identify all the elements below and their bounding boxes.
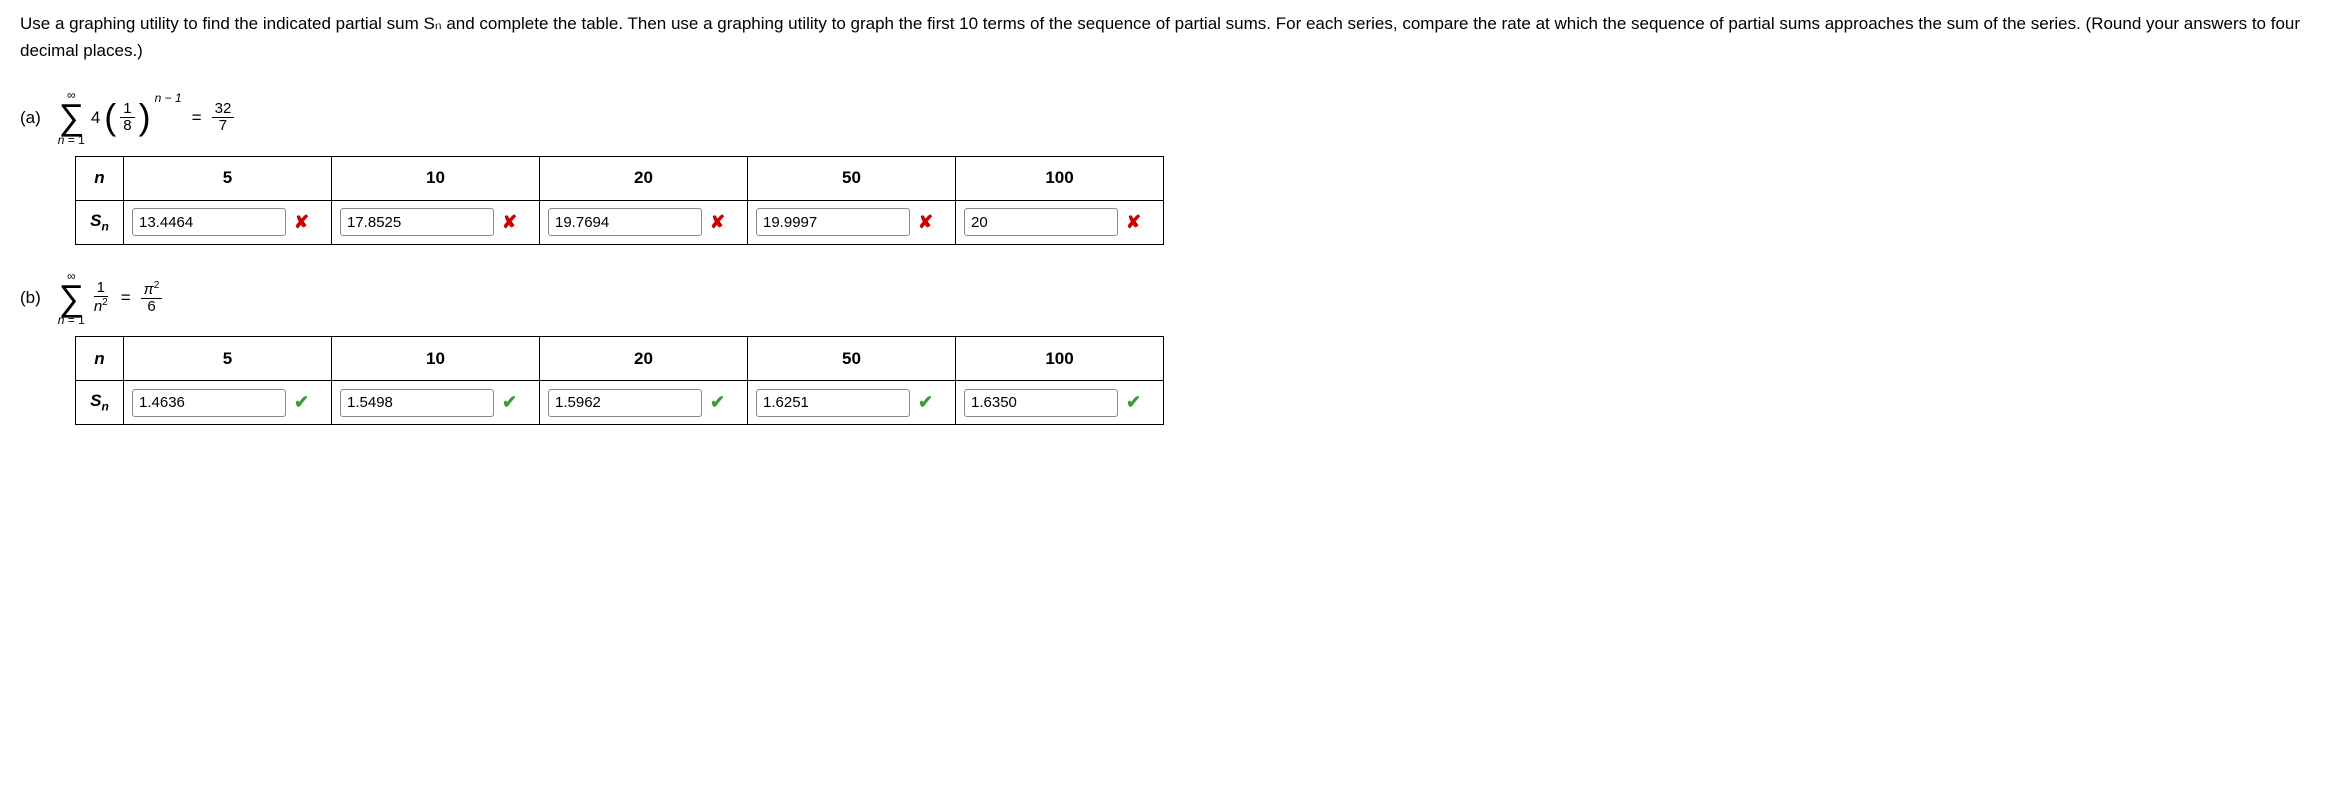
answer-input[interactable]	[964, 389, 1118, 417]
part-b-row: (b) ∞ ∑ n = 1 1 n2 = π2 6	[20, 270, 2306, 326]
answer-input[interactable]	[756, 208, 910, 236]
part-b-label: (b)	[20, 288, 41, 308]
col-header: 10	[332, 337, 540, 381]
equals: =	[192, 108, 202, 128]
correct-icon: ✔	[1126, 392, 1141, 413]
part-a-label: (a)	[20, 108, 41, 128]
lparen: (	[104, 103, 116, 132]
col-header: 50	[748, 337, 956, 381]
wrong-icon: ✘	[294, 212, 309, 233]
sigma-lower: n = 1	[58, 134, 85, 146]
table-b: n 5 10 20 50 100 Sn ✔ ✔ ✔ ✔ ✔	[75, 336, 1164, 425]
wrong-icon: ✘	[502, 212, 517, 233]
term-fraction: 1 n2	[91, 280, 111, 316]
instructions-text: Use a graphing utility to find the indic…	[20, 10, 2306, 64]
header-n: n	[76, 156, 124, 200]
answer-input[interactable]	[340, 389, 494, 417]
exponent: n − 1	[155, 91, 182, 105]
answer-input[interactable]	[548, 208, 702, 236]
table-a: n 5 10 20 50 100 Sn ✘ ✘ ✘ ✘ ✘	[75, 156, 1164, 245]
sigma-symbol: ∑	[58, 101, 84, 133]
part-a-formula: ∞ ∑ n = 1 4 ( 1 8 ) n − 1 = 32 7	[56, 89, 235, 145]
wrong-icon: ✘	[710, 212, 725, 233]
answer-input[interactable]	[132, 208, 286, 236]
correct-icon: ✔	[918, 392, 933, 413]
answer-input[interactable]	[756, 389, 910, 417]
rparen: )	[139, 103, 151, 132]
answer-input[interactable]	[340, 208, 494, 236]
header-n: n	[76, 337, 124, 381]
rhs-fraction: 32 7	[212, 101, 235, 135]
answer-input[interactable]	[964, 208, 1118, 236]
part-b-formula: ∞ ∑ n = 1 1 n2 = π2 6	[56, 270, 163, 326]
rhs-fraction: π2 6	[141, 280, 163, 316]
correct-icon: ✔	[294, 392, 309, 413]
col-header: 20	[540, 156, 748, 200]
inner-fraction: 1 8	[120, 101, 134, 135]
col-header: 10	[332, 156, 540, 200]
answer-input[interactable]	[132, 389, 286, 417]
sigma-symbol: ∑	[58, 282, 84, 314]
header-sn: Sn	[76, 200, 124, 244]
col-header: 50	[748, 156, 956, 200]
wrong-icon: ✘	[918, 212, 933, 233]
wrong-icon: ✘	[1126, 212, 1141, 233]
col-header: 5	[124, 156, 332, 200]
equals: =	[121, 288, 131, 308]
col-header: 100	[956, 337, 1164, 381]
correct-icon: ✔	[502, 392, 517, 413]
col-header: 20	[540, 337, 748, 381]
col-header: 100	[956, 156, 1164, 200]
col-header: 5	[124, 337, 332, 381]
part-a-row: (a) ∞ ∑ n = 1 4 ( 1 8 ) n − 1 = 32 7	[20, 89, 2306, 145]
header-sn: Sn	[76, 381, 124, 425]
sigma-lower: n = 1	[58, 314, 85, 326]
answer-input[interactable]	[548, 389, 702, 417]
correct-icon: ✔	[710, 392, 725, 413]
coeff: 4	[91, 108, 100, 128]
